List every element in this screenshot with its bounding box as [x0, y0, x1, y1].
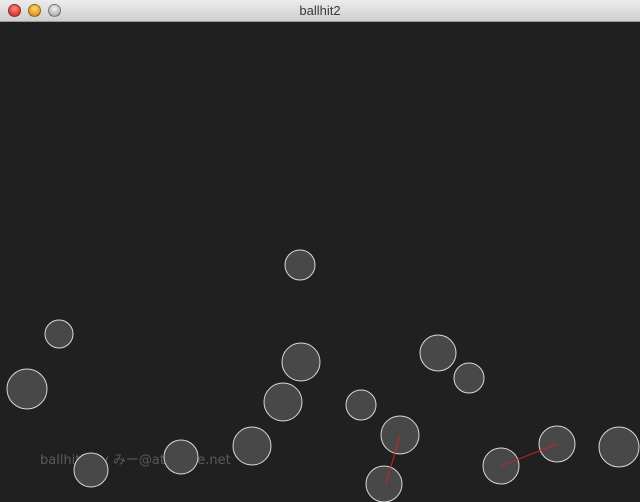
- game-canvas[interactable]: ballhit2 by みー@atsu-me.net: [0, 22, 640, 502]
- ball: [73, 452, 109, 488]
- window-title: ballhit2: [299, 3, 341, 18]
- ball: [365, 465, 403, 502]
- app-window: ballhit2 ballhit2 by みー@atsu-me.net: [0, 0, 640, 502]
- ball: [281, 342, 321, 382]
- ball: [44, 319, 74, 349]
- ball: [453, 362, 485, 394]
- ball: [163, 439, 199, 475]
- ball: [419, 334, 457, 372]
- ball: [284, 249, 316, 281]
- title-bar[interactable]: ballhit2: [0, 0, 640, 22]
- ball-group: [6, 249, 640, 502]
- ball: [345, 389, 377, 421]
- ball: [232, 426, 272, 466]
- ball: [263, 382, 303, 422]
- balls-layer: [6, 249, 640, 502]
- ball: [598, 426, 640, 468]
- ball: [6, 368, 48, 410]
